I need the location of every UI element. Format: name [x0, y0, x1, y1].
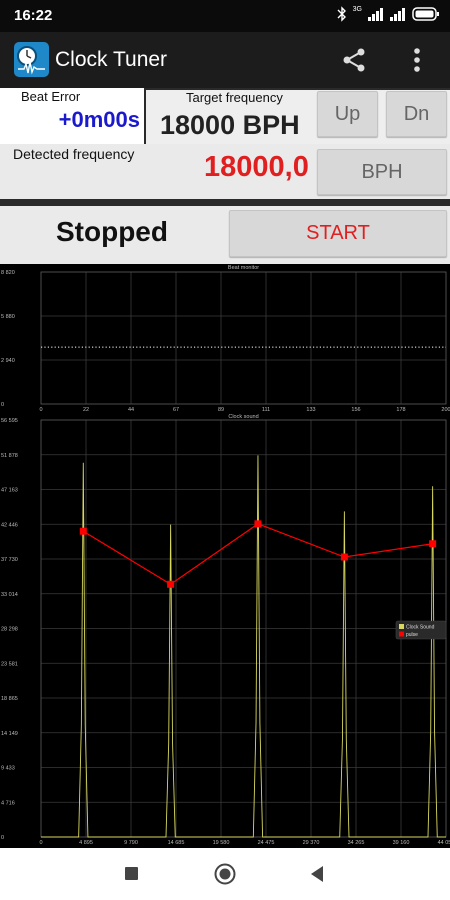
beat-error-value: +0m00s — [58, 107, 140, 132]
frequency-up-button[interactable]: Up — [317, 91, 378, 137]
run-status-text: Stopped — [56, 216, 168, 247]
detected-frequency-label: Detected frequency — [13, 146, 135, 162]
y-tick-label: 37 730 — [1, 557, 18, 563]
beat-error-box: Beat Error +0m00s — [0, 88, 144, 144]
y-tick-label: 23 581 — [1, 661, 18, 667]
signal-icon-2 — [390, 8, 405, 21]
y-tick-label: 33 014 — [1, 592, 18, 598]
x-tick-label: 22 — [83, 407, 89, 413]
y-tick-label: 51 878 — [1, 453, 18, 459]
detected-frequency-value: 18000,0 — [204, 151, 309, 183]
target-frequency-value: 18000 BPH — [160, 110, 300, 140]
x-tick-label: 0 — [39, 840, 42, 846]
y-tick-label: 4 716 — [1, 800, 15, 806]
y-tick-label: 42 446 — [1, 522, 18, 528]
y-tick-label: 0 — [1, 402, 4, 408]
charts-svg: Beat monitor 0 22 44 67 89 111 133 156 178 200 8 82… — [1, 265, 450, 846]
x-tick-label: 4 895 — [79, 840, 93, 846]
x-tick-label: 200 — [441, 407, 450, 413]
recent-apps-icon[interactable] — [125, 867, 138, 880]
y-tick-label: 2 940 — [1, 358, 15, 364]
control-panel: Beat Error +0m00s Target frequency 18000… — [0, 88, 450, 264]
y-tick-label: 28 298 — [1, 627, 18, 633]
chart-title: Beat monitor — [228, 265, 259, 271]
navigation-bar — [0, 848, 450, 900]
section-divider — [0, 199, 450, 206]
x-tick-label: 29 370 — [303, 840, 320, 846]
start-button[interactable]: START — [229, 210, 447, 257]
status-bar: 16:22 3G — [0, 0, 450, 32]
y-tick-label: 9 433 — [1, 766, 15, 772]
legend-label: Clock Sound — [406, 625, 435, 631]
series-point-pulse — [167, 580, 175, 588]
series-point-pulse — [254, 520, 262, 528]
x-tick-label: 19 580 — [213, 840, 230, 846]
x-tick-label: 39 160 — [393, 840, 410, 846]
series-line-pulse — [82, 523, 433, 585]
home-icon[interactable] — [214, 863, 236, 885]
plot-frame — [40, 271, 447, 405]
legend-swatch — [399, 624, 404, 629]
bph-unit-button[interactable]: BPH — [317, 149, 447, 195]
clock-waveform-icon — [14, 42, 49, 77]
series-point-pulse — [429, 540, 437, 548]
x-tick-label: 14 685 — [168, 840, 185, 846]
x-tick-label: 44 — [128, 407, 134, 413]
x-tick-label: 133 — [306, 407, 315, 413]
x-tick-label: 24 475 — [258, 840, 275, 846]
status-time: 16:22 — [14, 7, 53, 24]
x-tick-label: 9 790 — [124, 840, 138, 846]
x-tick-label: 67 — [173, 407, 179, 413]
series-line-clock-sound — [41, 455, 446, 838]
x-tick-label: 0 — [39, 407, 42, 413]
beat-error-label: Beat Error — [21, 89, 81, 104]
app-bar: Clock Tuner — [0, 32, 450, 88]
y-tick-label: 0 — [1, 835, 4, 841]
series-point-pulse — [79, 527, 87, 535]
y-tick-label: 14 149 — [1, 731, 18, 737]
x-tick-label: 89 — [218, 407, 224, 413]
x-tick-label: 156 — [351, 407, 360, 413]
x-tick-label: 34 265 — [348, 840, 365, 846]
y-tick-label: 56 595 — [1, 418, 18, 424]
legend-label: pulse — [406, 632, 418, 638]
y-tick-label: 18 865 — [1, 696, 18, 702]
app-title: Clock Tuner — [55, 48, 168, 71]
y-tick-label: 5 880 — [1, 314, 15, 320]
y-tick-label: 47 163 — [1, 488, 18, 494]
bluetooth-icon — [337, 6, 346, 22]
back-icon[interactable] — [309, 865, 325, 883]
chart-title: Clock sound — [228, 414, 258, 420]
legend-swatch — [399, 631, 404, 637]
battery-icon — [412, 7, 439, 21]
series-point-pulse — [340, 553, 348, 561]
share-icon[interactable] — [340, 46, 368, 74]
y-tick-label: 8 820 — [1, 270, 15, 276]
signal-icon — [368, 8, 383, 21]
status-icons: 3G — [337, 6, 440, 22]
x-tick-label: 111 — [262, 407, 270, 413]
network-type-label: 3G — [352, 5, 362, 13]
frequency-down-button[interactable]: Dn — [386, 91, 447, 137]
target-frequency-label: Target frequency — [186, 90, 283, 105]
charts-area: Beat monitor 0 22 44 67 89 111 133 156 178 200 8 82… — [0, 264, 450, 848]
x-tick-label: 44 055 — [438, 840, 450, 846]
more-options-icon[interactable] — [405, 44, 429, 76]
x-tick-label: 178 — [396, 407, 405, 413]
